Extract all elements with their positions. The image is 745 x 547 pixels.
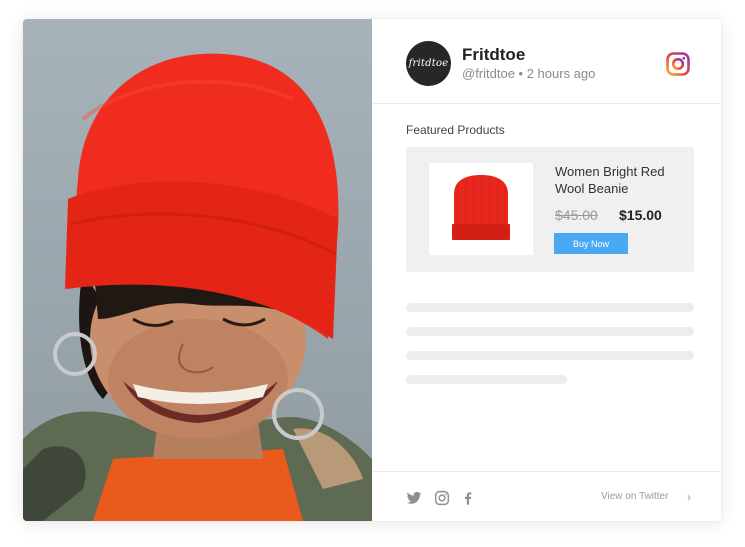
facebook-icon[interactable]	[460, 490, 476, 506]
buy-now-button[interactable]: Buy Now	[554, 233, 628, 254]
profile-name[interactable]: Fritdtoe	[462, 45, 525, 65]
placeholder-line	[406, 351, 694, 360]
placeholder-line	[406, 327, 694, 336]
post-header: fritdtoe Fritdtoe @fritdtoe • 2 hours ag…	[372, 19, 721, 104]
instagram-icon[interactable]	[434, 490, 450, 506]
beanie-icon	[452, 175, 510, 240]
handle-and-time: @fritdtoe • 2 hours ago	[462, 66, 596, 81]
product-title[interactable]: Women Bright Red Wool Beanie	[555, 163, 685, 197]
placeholder-line	[406, 375, 567, 384]
twitter-icon[interactable]	[406, 490, 422, 506]
view-on-twitter-link[interactable]: View on Twitter	[601, 491, 668, 502]
placeholder-line	[406, 303, 694, 312]
sale-price: $15.00	[619, 207, 662, 223]
featured-products-heading: Featured Products	[406, 123, 505, 137]
post-footer: View on Twitter ›	[372, 471, 721, 521]
product-image[interactable]	[429, 163, 533, 255]
social-post-card: fritdtoe Fritdtoe @fritdtoe • 2 hours ag…	[23, 19, 721, 521]
post-photo	[23, 19, 372, 521]
post-panel: fritdtoe Fritdtoe @fritdtoe • 2 hours ag…	[372, 19, 721, 521]
product-card: Women Bright Red Wool Beanie $45.00 $15.…	[406, 147, 694, 272]
avatar[interactable]: fritdtoe	[406, 41, 451, 86]
original-price: $45.00	[555, 207, 598, 223]
chevron-right-icon[interactable]: ›	[687, 490, 691, 504]
instagram-logo-icon[interactable]	[666, 52, 690, 76]
